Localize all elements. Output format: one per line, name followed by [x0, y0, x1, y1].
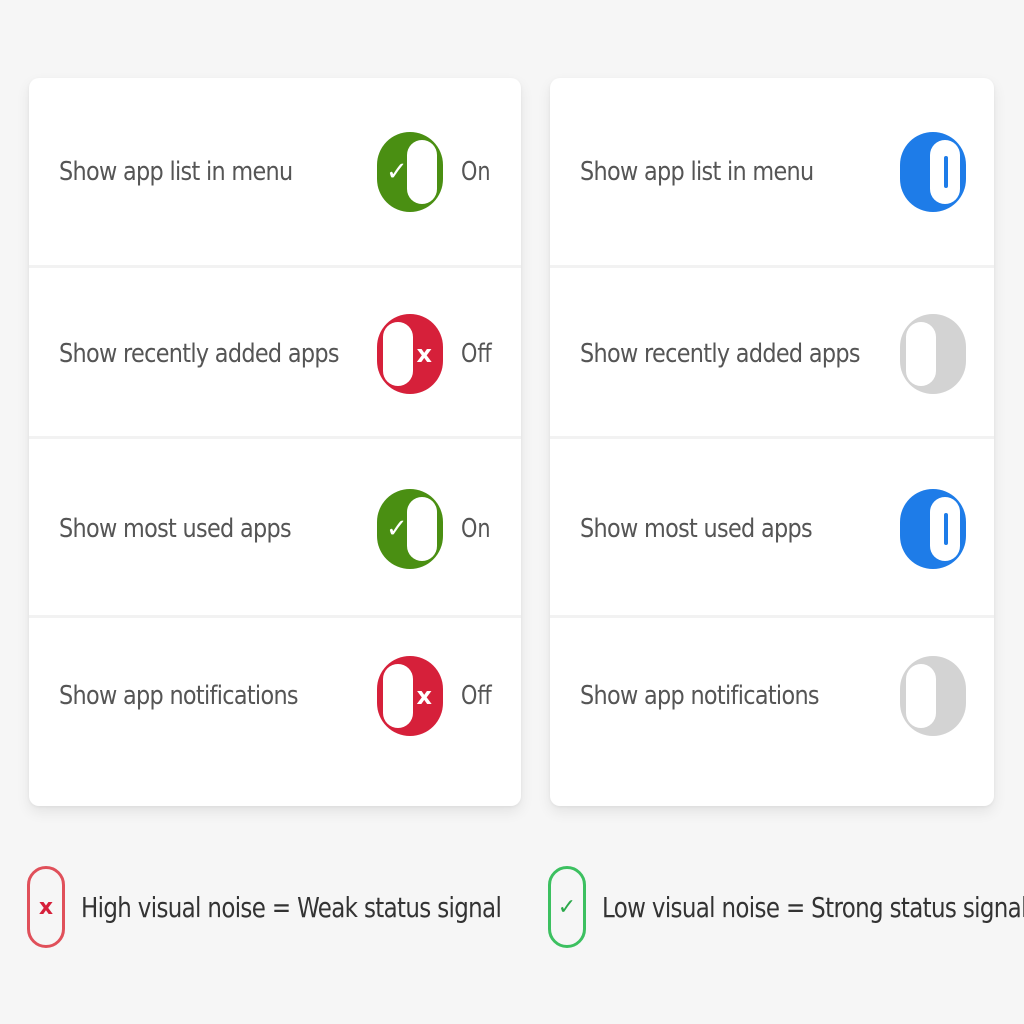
- toggle-switch-on[interactable]: [900, 488, 966, 569]
- left-settings-panel: Show app list in menu ✓ On Show recently…: [29, 78, 521, 806]
- x-circle-icon: x: [27, 866, 65, 948]
- toggle-knob: [906, 321, 936, 386]
- right-settings-panel: Show app list in menu Show recently adde…: [550, 78, 994, 806]
- bad-example-caption: x High visual noise = Weak status signal: [27, 862, 593, 952]
- toggle-switch-on[interactable]: ✓: [377, 131, 443, 212]
- toggle-knob: [906, 664, 936, 728]
- caption-text: High visual noise = Weak status signal: [81, 890, 502, 924]
- x-icon: x: [416, 682, 432, 710]
- toggle-switch-off[interactable]: [900, 656, 966, 736]
- settings-row: Show app list in menu: [550, 78, 994, 268]
- settings-row: Show most used apps ✓ On: [29, 442, 521, 618]
- toggle-knob: [383, 664, 413, 728]
- toggle-switch-off[interactable]: x: [377, 656, 443, 736]
- comparison-stage: Show app list in menu ✓ On Show recently…: [0, 0, 1024, 1024]
- row-label: Show most used apps: [580, 513, 813, 544]
- row-label: Show app notifications: [59, 681, 299, 711]
- settings-row: Show app list in menu ✓ On: [29, 78, 521, 268]
- toggle-knob: [407, 139, 437, 204]
- good-example-caption: ✓ Low visual noise = Strong status signa…: [548, 862, 1024, 952]
- toggle-knob: [407, 496, 437, 561]
- toggle-knob: [383, 321, 413, 386]
- checkmark-icon: ✓: [386, 513, 408, 544]
- x-icon: x: [416, 339, 432, 368]
- on-bar-icon: [944, 155, 948, 188]
- caption-text: Low visual noise = Strong status signal: [602, 890, 1024, 924]
- settings-row: Show recently added apps: [550, 271, 994, 439]
- settings-row: Show most used apps: [550, 442, 994, 618]
- row-label: Show app notifications: [580, 681, 820, 711]
- settings-row: Show app notifications x Off: [29, 621, 521, 771]
- check-circle-icon: ✓: [548, 866, 586, 948]
- toggle-state-text: Off: [461, 681, 492, 711]
- toggle-switch-on[interactable]: [900, 131, 966, 212]
- toggle-state-text: Off: [461, 338, 492, 369]
- toggle-switch-off[interactable]: [900, 313, 966, 394]
- toggle-state-text: On: [461, 156, 491, 187]
- checkmark-icon: ✓: [386, 156, 408, 187]
- toggle-switch-on[interactable]: ✓: [377, 488, 443, 569]
- settings-row: Show app notifications: [550, 621, 994, 771]
- row-label: Show recently added apps: [580, 338, 861, 369]
- row-label: Show most used apps: [59, 513, 292, 544]
- row-label: Show recently added apps: [59, 338, 340, 369]
- settings-row: Show recently added apps x Off: [29, 271, 521, 439]
- row-label: Show app list in menu: [580, 156, 814, 187]
- row-label: Show app list in menu: [59, 156, 293, 187]
- toggle-switch-off[interactable]: x: [377, 313, 443, 394]
- on-bar-icon: [944, 512, 948, 545]
- toggle-state-text: On: [461, 513, 491, 544]
